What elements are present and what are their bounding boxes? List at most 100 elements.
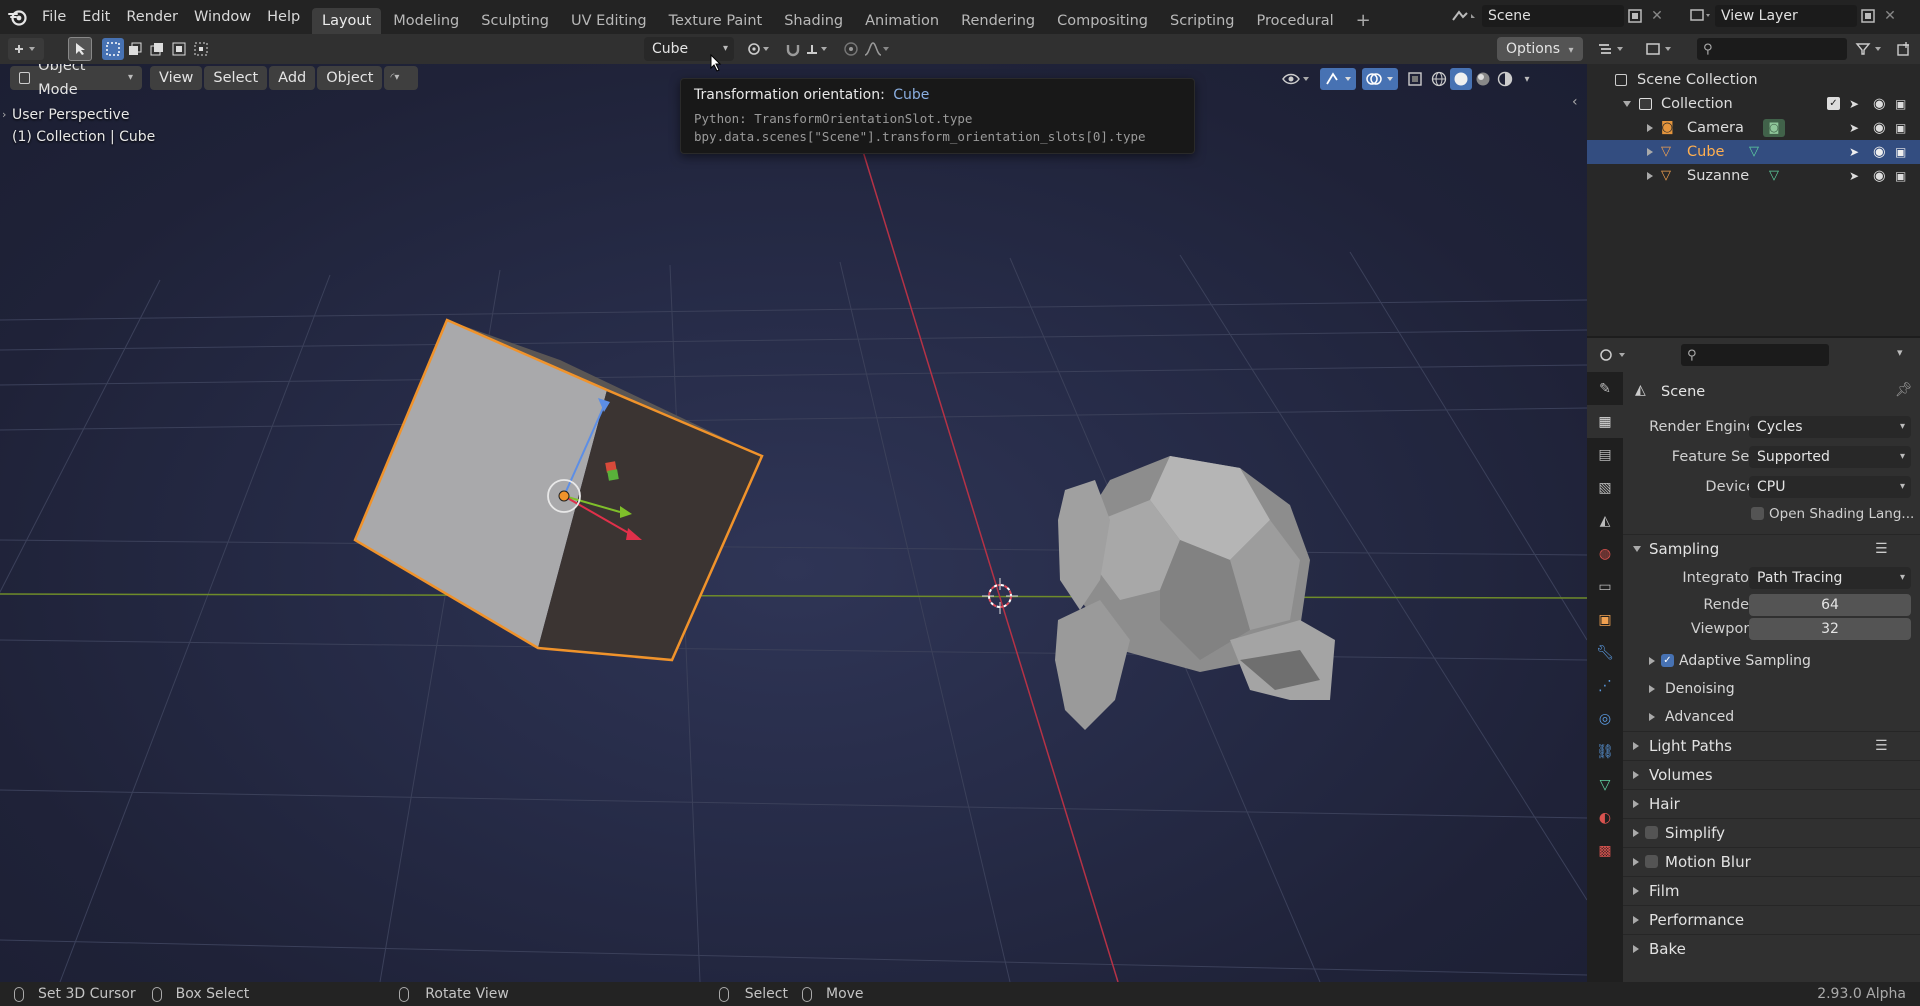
physics-tab-icon[interactable]: ◎	[1587, 702, 1623, 735]
collection-tab-icon[interactable]: ▭	[1587, 570, 1623, 603]
motion-blur-panel-header[interactable]: Motion Blur	[1623, 847, 1920, 876]
tab-animation[interactable]: Animation	[855, 8, 949, 34]
select-mode-new-icon[interactable]	[102, 38, 124, 60]
expand-toggle-icon[interactable]	[1647, 172, 1653, 180]
expand-toggle-icon[interactable]	[1647, 148, 1653, 156]
render-samples-field[interactable]: 64	[1749, 594, 1911, 616]
solid-shading-icon[interactable]	[1450, 68, 1472, 90]
select-mode-invert-icon[interactable]	[168, 38, 190, 60]
select-tool-icon[interactable]	[68, 37, 92, 61]
sidebar-toggle-icon[interactable]: ‹	[1572, 94, 1578, 110]
gizmo-toggle-icon[interactable]	[1320, 68, 1356, 90]
snap-target-icon[interactable]	[804, 38, 834, 60]
overlays-icon[interactable]	[1362, 68, 1398, 90]
scene-icon[interactable]	[1448, 5, 1482, 27]
motion-blur-checkbox[interactable]	[1645, 855, 1658, 868]
outliner-row-suzanne[interactable]: ▽ Suzanne ▽ ➤ ◉ ▣	[1587, 164, 1920, 188]
osl-checkbox[interactable]	[1751, 507, 1764, 520]
adaptive-sampling-header[interactable]: ✓ Adaptive Sampling	[1623, 647, 1920, 675]
view-layer-field[interactable]: View Layer	[1715, 5, 1857, 27]
visibility-icon[interactable]	[1278, 68, 1314, 90]
close-scene-icon[interactable]: ✕	[1646, 5, 1668, 27]
add-menu[interactable]: Add	[269, 66, 316, 90]
chevron-down-icon[interactable]: ▾	[1897, 346, 1903, 359]
outliner-row-scene-collection[interactable]: Scene Collection	[1587, 68, 1920, 92]
expand-toggle-icon[interactable]	[1623, 101, 1631, 107]
display-mode-icon[interactable]	[1643, 38, 1677, 60]
view-layer-icon[interactable]	[1685, 5, 1715, 27]
tab-procedural[interactable]: Procedural	[1246, 8, 1343, 34]
scene-name-field[interactable]: Scene	[1482, 5, 1624, 27]
tab-rendering[interactable]: Rendering	[951, 8, 1045, 34]
blender-logo-icon[interactable]	[6, 0, 30, 34]
output-tab-icon[interactable]: ▤	[1587, 438, 1623, 471]
select-mode-intersect-icon[interactable]	[190, 38, 212, 60]
add-workspace-button[interactable]: +	[1346, 8, 1381, 34]
bake-panel-header[interactable]: Bake	[1623, 934, 1920, 963]
hair-panel-header[interactable]: Hair	[1623, 789, 1920, 818]
editor-type-icon[interactable]	[8, 38, 44, 60]
menu-edit[interactable]: Edit	[74, 0, 118, 34]
close-view-layer-icon[interactable]: ✕	[1879, 5, 1901, 27]
mode-dropdown[interactable]: Object Mode ▾	[10, 64, 142, 98]
properties-editor-type-icon[interactable]	[1597, 344, 1631, 366]
wireframe-shading-icon[interactable]	[1428, 68, 1450, 90]
volumes-panel-header[interactable]: Volumes	[1623, 760, 1920, 789]
particles-tab-icon[interactable]: ⋰	[1587, 669, 1623, 702]
camera-render-icon[interactable]: ▣	[1895, 92, 1906, 116]
presets-list-icon[interactable]: ☰	[1875, 535, 1888, 563]
camera-render-icon[interactable]: ▣	[1895, 140, 1906, 164]
view-menu[interactable]: View	[150, 66, 203, 90]
select-menu[interactable]: Select	[204, 66, 268, 90]
tab-compositing[interactable]: Compositing	[1047, 8, 1158, 34]
proportional-edit-icon[interactable]	[840, 38, 862, 60]
rendered-shading-icon[interactable]	[1494, 68, 1516, 90]
snap-icon[interactable]	[782, 38, 804, 60]
pin-icon[interactable]: 📌︎	[1895, 382, 1913, 398]
camera-render-icon[interactable]: ▣	[1895, 116, 1906, 140]
new-collection-icon[interactable]	[1893, 38, 1915, 60]
adaptive-sampling-checkbox[interactable]: ✓	[1661, 654, 1674, 667]
selectable-arrow-icon[interactable]: ➤	[1849, 116, 1859, 140]
tab-modeling[interactable]: Modeling	[383, 8, 469, 34]
outliner-row-collection[interactable]: Collection ✓ ➤ ◉ ▣	[1587, 92, 1920, 116]
menu-window[interactable]: Window	[186, 0, 259, 34]
film-panel-header[interactable]: Film	[1623, 876, 1920, 905]
device-dropdown[interactable]: CPU ▾	[1749, 476, 1911, 498]
eye-icon[interactable]: ◉	[1873, 140, 1886, 164]
exclude-checkbox-icon[interactable]: ✓	[1827, 97, 1840, 110]
viewport-samples-field[interactable]: 32	[1749, 618, 1911, 640]
tab-scripting[interactable]: Scripting	[1160, 8, 1244, 34]
simplify-checkbox[interactable]	[1645, 826, 1658, 839]
tab-layout[interactable]: Layout	[312, 8, 382, 34]
shading-options-icon[interactable]: ▾	[1516, 68, 1538, 90]
world-tab-icon[interactable]: ◍	[1587, 537, 1623, 570]
selectable-arrow-icon[interactable]: ➤	[1849, 140, 1859, 164]
sampling-panel-header[interactable]: Sampling ☰	[1623, 534, 1920, 563]
light-paths-panel-header[interactable]: Light Paths ☰	[1623, 731, 1920, 760]
falloff-icon[interactable]	[862, 38, 892, 60]
tab-sculpting[interactable]: Sculpting	[471, 8, 559, 34]
tab-shading[interactable]: Shading	[774, 8, 853, 34]
material-tab-icon[interactable]: ◐	[1587, 801, 1623, 834]
presets-list-icon[interactable]: ☰	[1875, 732, 1888, 760]
render-tab-icon[interactable]: ▦	[1587, 405, 1623, 438]
xray-icon[interactable]	[1404, 68, 1426, 90]
select-mode-extend-icon[interactable]	[124, 38, 146, 60]
advanced-header[interactable]: Advanced	[1623, 703, 1920, 731]
pivot-point-icon[interactable]	[744, 38, 776, 60]
new-scene-icon[interactable]	[1624, 5, 1646, 27]
outliner-editor-type-icon[interactable]	[1595, 38, 1629, 60]
material-shading-icon[interactable]	[1472, 68, 1494, 90]
tab-texture-paint[interactable]: Texture Paint	[659, 8, 773, 34]
outliner-row-cube[interactable]: ▽ Cube ▽ ➤ ◉ ▣	[1587, 140, 1920, 164]
properties-search-input[interactable]: ⚲	[1681, 344, 1829, 366]
data-tab-icon[interactable]: ▽	[1587, 768, 1623, 801]
object-tab-icon[interactable]: ▣	[1587, 603, 1623, 636]
menu-help[interactable]: Help	[259, 0, 308, 34]
render-engine-dropdown[interactable]: Cycles ▾	[1749, 416, 1911, 438]
denoising-header[interactable]: Denoising	[1623, 675, 1920, 703]
simplify-panel-header[interactable]: Simplify	[1623, 818, 1920, 847]
eye-icon[interactable]: ◉	[1873, 92, 1886, 116]
3d-viewport[interactable]: Object Mode ▾ View Select Add Object ◜▾ …	[0, 64, 1587, 982]
